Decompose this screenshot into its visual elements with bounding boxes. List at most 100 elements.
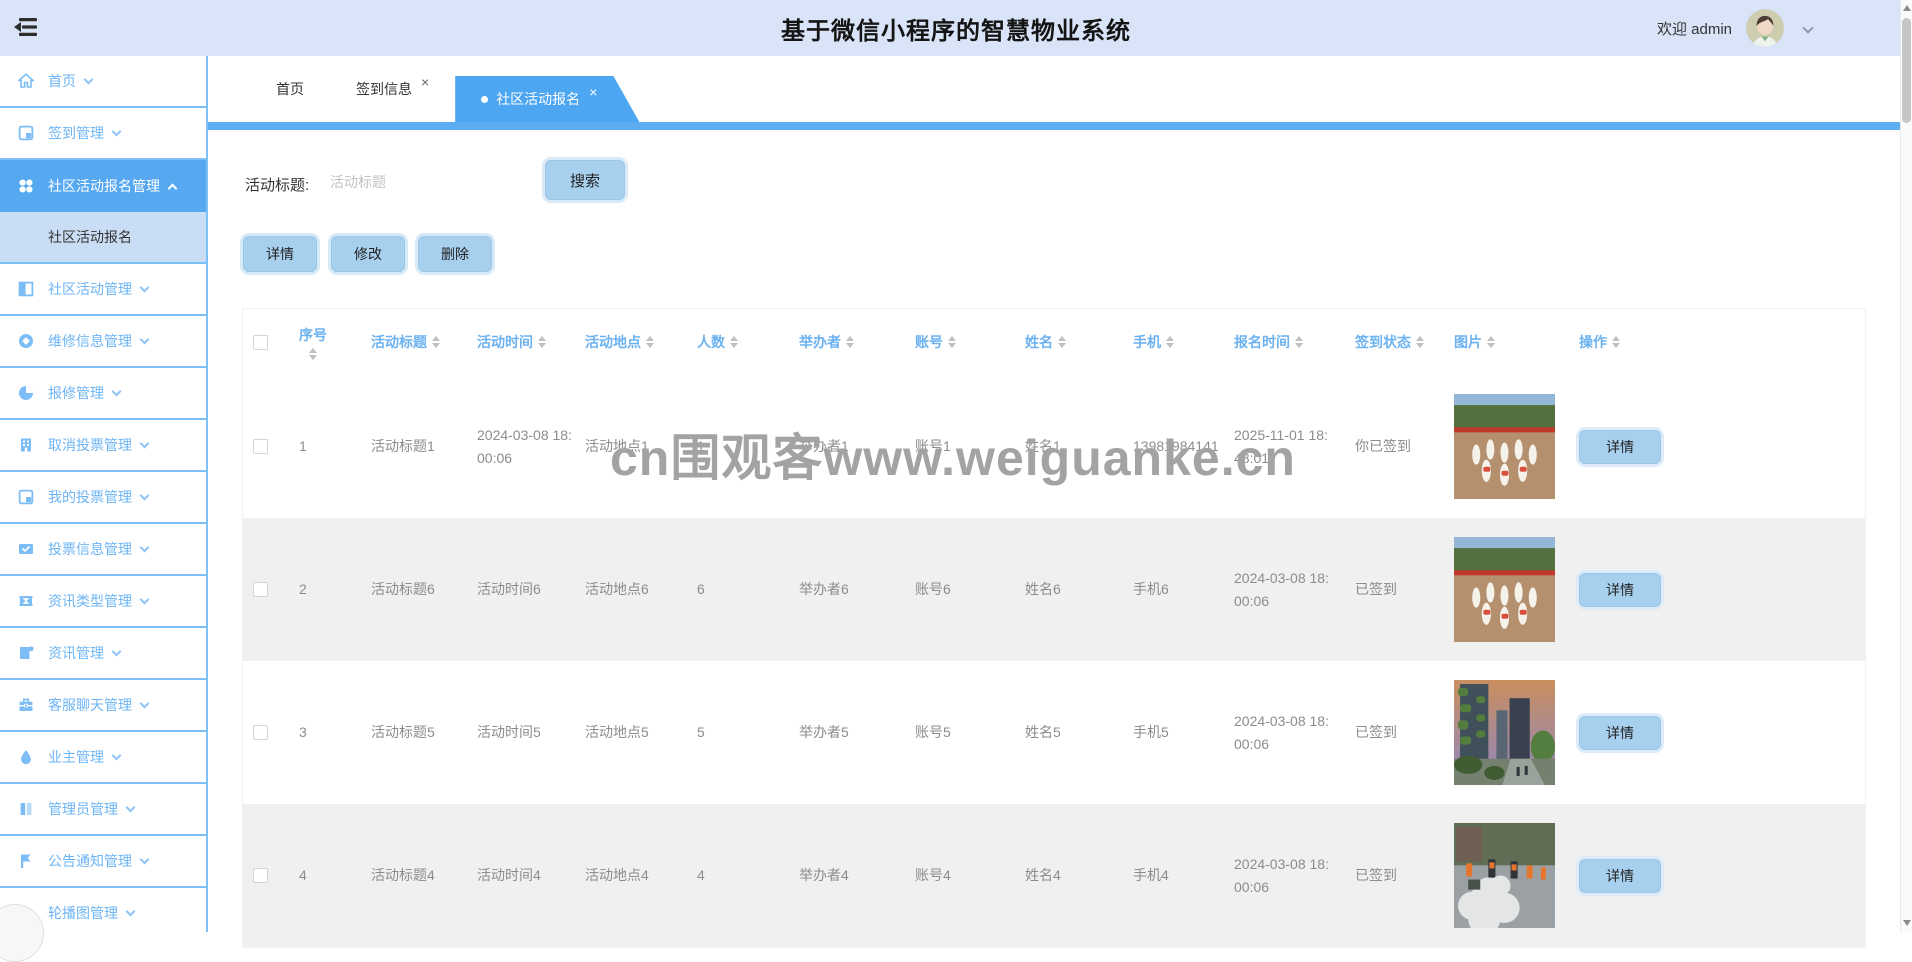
cell-signup-time: 2024-03-08 18:00:06 (1234, 710, 1330, 755)
delete-button[interactable]: 删除 (418, 236, 492, 272)
column-header[interactable]: 活动时间 (477, 332, 585, 352)
sidebar: 首页 签到管理 社区活动报名管理 社区活动报名 社区活动管理 维修信息管理 报修… (0, 56, 208, 932)
row-checkbox[interactable] (253, 439, 268, 454)
sidebar-item[interactable]: 投票信息管理 (0, 524, 206, 576)
sidebar-item[interactable]: 首页 (0, 56, 206, 108)
column-header[interactable]: 手机 (1133, 332, 1234, 352)
photo-street (1454, 823, 1555, 928)
column-header[interactable]: 操作 (1579, 332, 1865, 352)
chevron-icon (112, 387, 122, 397)
sort-icon[interactable] (1058, 336, 1066, 348)
sort-icon[interactable] (1487, 336, 1495, 348)
row-detail-button[interactable]: 详情 (1579, 859, 1661, 893)
column-header[interactable]: 序号 (299, 325, 371, 360)
cell-phone: 手机6 (1133, 578, 1234, 600)
cell-index: 1 (299, 435, 371, 457)
sort-icon[interactable] (730, 336, 738, 348)
chevron-icon (112, 647, 122, 657)
cell-phone: 手机4 (1133, 864, 1234, 886)
sidebar-item[interactable]: 公告通知管理 (0, 836, 206, 888)
scroll-up-arrow-icon[interactable] (1903, 5, 1911, 11)
tab-bar: 首页 × 签到信息 × 社区活动报名 × (208, 56, 1900, 122)
row-checkbox[interactable] (253, 582, 268, 597)
tab-close-icon[interactable]: × (589, 84, 597, 100)
sidebar-item[interactable]: 社区活动管理 (0, 264, 206, 316)
sort-icon[interactable] (538, 336, 546, 348)
scroll-down-arrow-icon[interactable] (1903, 920, 1911, 926)
sort-icon[interactable] (1416, 336, 1424, 348)
news-type-icon (18, 593, 34, 609)
row-detail-button[interactable]: 详情 (1579, 716, 1661, 750)
service-chat-icon (18, 697, 34, 713)
chevron-icon (126, 907, 136, 917)
cell-status: 已签到 (1355, 864, 1454, 886)
sidebar-item[interactable]: 签到管理 (0, 108, 206, 160)
column-header[interactable]: 报名时间 (1234, 332, 1355, 352)
sidebar-item[interactable]: 客服聊天管理 (0, 680, 206, 732)
sidebar-item[interactable]: 取消投票管理 (0, 420, 206, 472)
tab-close-icon[interactable]: × (421, 74, 429, 90)
chevron-icon (140, 439, 150, 449)
community-activity-icon (18, 281, 34, 297)
row-detail-button[interactable]: 详情 (1579, 430, 1661, 464)
photo-dancers (1454, 394, 1555, 499)
search-input[interactable] (330, 164, 535, 200)
sort-icon[interactable] (646, 336, 654, 348)
modify-button[interactable]: 修改 (331, 236, 405, 272)
cell-status: 已签到 (1355, 721, 1454, 743)
checkin-icon (18, 125, 34, 141)
scrollbar-thumb[interactable] (1902, 18, 1911, 123)
sidebar-item[interactable]: 维修信息管理 (0, 316, 206, 368)
cancel-vote-icon (18, 437, 34, 453)
select-all-checkbox[interactable] (253, 335, 268, 350)
app-title: 基于微信小程序的智慧物业系统 (0, 11, 1912, 46)
cell-account: 账号6 (915, 578, 1025, 600)
admin-icon (18, 801, 34, 817)
cell-signup-time: 2024-03-08 18:00:06 (1234, 567, 1330, 612)
sidebar-item[interactable]: 社区活动报名 (0, 212, 206, 264)
cell-phone: 手机5 (1133, 721, 1234, 743)
column-header[interactable]: 姓名 (1025, 332, 1133, 352)
sidebar-item[interactable]: 管理员管理 (0, 784, 206, 836)
cell-count: 5 (697, 721, 799, 743)
row-detail-button[interactable]: 详情 (1579, 573, 1661, 607)
chevron-icon (140, 335, 150, 345)
search-button[interactable]: 搜索 (545, 160, 625, 200)
sort-icon[interactable] (432, 336, 440, 348)
column-header[interactable]: 活动标题 (371, 332, 477, 352)
owner-icon (18, 749, 34, 765)
tab[interactable]: 首页 × (250, 56, 330, 122)
column-header[interactable]: 账号 (915, 332, 1025, 352)
sort-icon[interactable] (1166, 336, 1174, 348)
sort-icon[interactable] (309, 348, 317, 360)
cell-title: 活动标题4 (371, 864, 477, 886)
chevron-icon (84, 75, 94, 85)
sidebar-item[interactable]: 业主管理 (0, 732, 206, 784)
avatar[interactable] (1746, 9, 1784, 47)
cell-name: 姓名1 (1025, 435, 1133, 457)
cell-status: 已签到 (1355, 578, 1454, 600)
tab[interactable]: 社区活动报名 × (455, 76, 639, 122)
sidebar-item[interactable]: 资讯类型管理 (0, 576, 206, 628)
cell-place: 活动地点6 (585, 578, 697, 600)
column-header[interactable]: 人数 (697, 332, 799, 352)
cell-title: 活动标题5 (371, 721, 477, 743)
sidebar-item[interactable]: 我的投票管理 (0, 472, 206, 524)
sidebar-item[interactable]: 报修管理 (0, 368, 206, 420)
detail-button[interactable]: 详情 (243, 236, 317, 272)
column-header[interactable]: 举办者 (799, 332, 915, 352)
vertical-scrollbar[interactable] (1900, 0, 1912, 932)
sort-icon[interactable] (846, 336, 854, 348)
column-header[interactable]: 活动地点 (585, 332, 697, 352)
row-checkbox[interactable] (253, 868, 268, 883)
tab[interactable]: 签到信息 × (330, 56, 455, 122)
sort-icon[interactable] (948, 336, 956, 348)
main-content: 活动标题: 搜索 详情 修改 删除 序号 活动标题 活动时间 (208, 130, 1900, 932)
column-header[interactable]: 图片 (1454, 332, 1579, 352)
sidebar-item[interactable]: 资讯管理 (0, 628, 206, 680)
sort-icon[interactable] (1295, 336, 1303, 348)
row-checkbox[interactable] (253, 725, 268, 740)
column-header[interactable]: 签到状态 (1355, 332, 1454, 352)
sort-icon[interactable] (1612, 336, 1620, 348)
sidebar-item[interactable]: 社区活动报名管理 (0, 160, 206, 212)
